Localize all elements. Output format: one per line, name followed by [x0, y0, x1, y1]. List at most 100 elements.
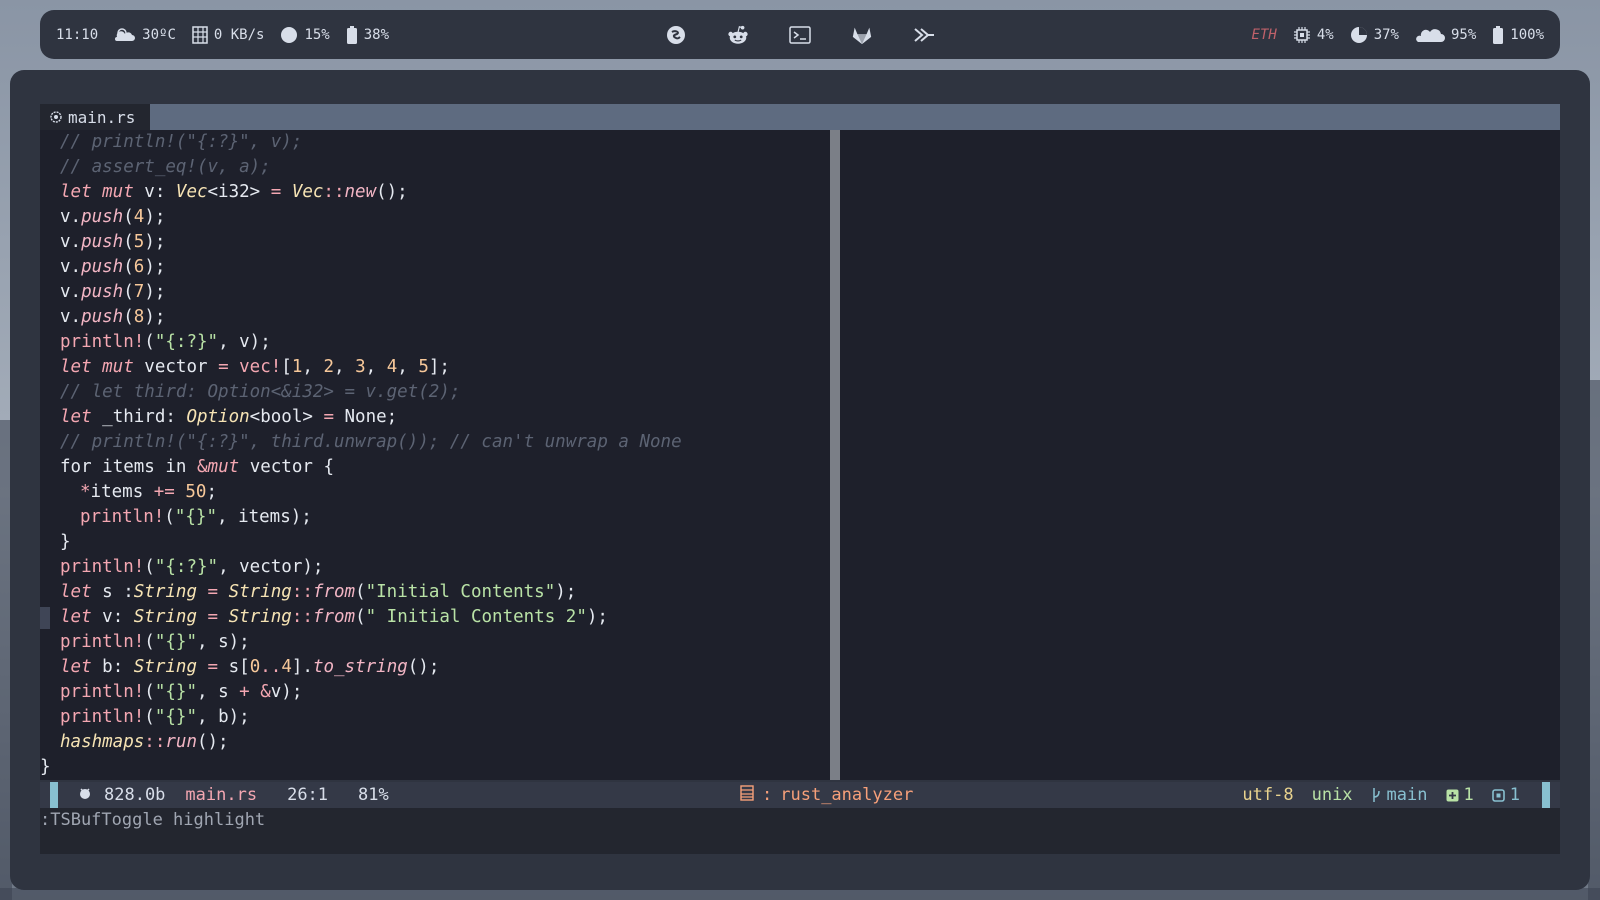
battery-text: 100%: [1510, 26, 1544, 43]
code-token: items: [90, 482, 154, 502]
code-line[interactable]: // assert_eq!(v, a);: [40, 155, 830, 180]
code-token: let: [60, 582, 103, 602]
code-token: }: [40, 757, 51, 777]
network-text: 0 KB/s: [213, 26, 265, 43]
code-line[interactable]: let mut vector = vec![1, 2, 3, 4, 5];: [40, 355, 830, 380]
code-line[interactable]: v.push(6);: [40, 255, 830, 280]
code-line[interactable]: println!("{}", items);: [40, 505, 830, 530]
code-token: *: [80, 482, 91, 502]
code-line[interactable]: let s :String = String::from("Initial Co…: [40, 580, 830, 605]
code-line[interactable]: }: [40, 755, 830, 780]
code-token: "Initial Contents": [365, 582, 556, 602]
code-line[interactable]: // println!("{:?}", third.unwrap()); // …: [40, 430, 830, 455]
code-token: push: [81, 207, 124, 227]
terminal-icon[interactable]: [789, 24, 811, 46]
code-line[interactable]: hashmaps::run();: [40, 730, 830, 755]
code-line[interactable]: *items += 50;: [40, 480, 830, 505]
code-line[interactable]: // println!("{:?}", v);: [40, 130, 830, 155]
weather-widget[interactable]: 30ºC: [114, 27, 176, 43]
code-token: v.: [60, 257, 82, 277]
volume-text: 15%: [304, 26, 330, 43]
code-line[interactable]: let v: String = String::from(" Initial C…: [40, 605, 830, 630]
code-line[interactable]: v.push(5);: [40, 230, 830, 255]
topbar-left: 11:10 30ºC 0 KB/s 15% 38%: [56, 25, 390, 44]
volume-widget[interactable]: 15%: [280, 26, 330, 44]
code-token: println!: [60, 682, 145, 702]
code-token: ::: [323, 182, 345, 202]
code-token: (: [144, 707, 155, 727]
code-buffer[interactable]: // println!("{:?}", v); // assert_eq!(v, …: [40, 130, 830, 780]
tab-label: main.rs: [68, 107, 136, 127]
code-token: v.: [60, 282, 82, 302]
statusline-filename: main.rs: [185, 785, 258, 805]
statusline-right: utf-8 unix main 1 1: [1242, 785, 1520, 805]
network-widget[interactable]: 0 KB/s: [192, 25, 265, 44]
code-token: run: [165, 732, 197, 752]
tabline: [40, 104, 1560, 130]
cpu-icon: [1293, 26, 1310, 43]
code-line[interactable]: let mut v: Vec<i32> = Vec::new();: [40, 180, 830, 205]
code-line[interactable]: println!("{:?}", v);: [40, 330, 830, 355]
code-token: );: [144, 282, 166, 302]
battery-small-widget[interactable]: 38%: [346, 25, 390, 44]
code-token: ].: [291, 657, 313, 677]
git-added-count: 1: [1463, 785, 1474, 805]
code-line[interactable]: v.push(8);: [40, 305, 830, 330]
code-token: ];: [428, 357, 450, 377]
reddit-icon[interactable]: [727, 24, 749, 46]
code-token: 8: [133, 307, 145, 327]
code-token: (: [144, 332, 155, 352]
code-line[interactable]: println!("{}", s + &v);: [40, 680, 830, 705]
memory-text: 37%: [1373, 26, 1399, 43]
code-line[interactable]: v.push(4);: [40, 205, 830, 230]
code-token: mut: [207, 457, 250, 477]
clock[interactable]: 11:10: [56, 27, 98, 43]
file-encoding: utf-8: [1242, 785, 1294, 805]
code-line[interactable]: v.push(7);: [40, 280, 830, 305]
code-line[interactable]: // let third: Option<&i32> = v.get(2);: [40, 380, 830, 405]
code-editor-icon[interactable]: [913, 24, 935, 46]
lsp-status[interactable]: : rust_analyzer: [740, 785, 913, 805]
code-line[interactable]: println!("{}", s);: [40, 630, 830, 655]
code-token: =: [323, 407, 345, 427]
code-token: ();: [407, 657, 440, 677]
pane-split-handle[interactable]: [830, 130, 840, 780]
battery-small-text: 38%: [363, 26, 390, 43]
file-size: 828.0b: [104, 785, 166, 805]
code-line[interactable]: println!("{}", b);: [40, 705, 830, 730]
code-line[interactable]: let b: String = s[0..4].to_string();: [40, 655, 830, 680]
code-line[interactable]: println!("{:?}", vector);: [40, 555, 830, 580]
memory-widget[interactable]: 37%: [1350, 26, 1399, 44]
disk-widget[interactable]: 95%: [1415, 27, 1476, 43]
code-line[interactable]: let _third: Option<bool> = None;: [40, 405, 830, 430]
plus-box-icon: [1446, 789, 1458, 801]
code-token: (: [123, 207, 134, 227]
code-token: "{}": [154, 707, 197, 727]
code-token: v);: [270, 682, 303, 702]
code-token: );: [144, 232, 166, 252]
code-token: , s: [197, 682, 240, 702]
gear-grid-icon: [740, 785, 754, 801]
battery-widget[interactable]: 100%: [1492, 25, 1544, 44]
command-text: :TSBufToggle highlight: [40, 810, 266, 830]
volume-circle-icon: [281, 26, 298, 43]
command-line[interactable]: :TSBufToggle highlight: [40, 808, 1560, 854]
editor-pane-right[interactable]: [840, 130, 1560, 780]
code-token: "{:?}": [154, 557, 219, 577]
gitlab-icon[interactable]: [851, 24, 873, 46]
code-token: , s);: [197, 632, 250, 652]
git-branch[interactable]: main: [1371, 785, 1428, 805]
code-token: v:: [102, 607, 134, 627]
code-token: =: [270, 182, 292, 202]
emacs-icon[interactable]: [665, 24, 687, 46]
code-token: <i32>: [207, 182, 271, 202]
rust-file-icon: [80, 788, 90, 799]
code-line[interactable]: for items in &mut vector {: [40, 455, 830, 480]
eth-status[interactable]: ETH: [1252, 27, 1277, 43]
code-line[interactable]: }: [40, 530, 830, 555]
code-token: &: [196, 457, 208, 477]
code-token: 5: [133, 232, 145, 252]
tab-main-rs[interactable]: main.rs: [40, 104, 150, 130]
cpu-widget[interactable]: 4%: [1293, 26, 1334, 44]
code-token: _third:: [102, 407, 187, 427]
